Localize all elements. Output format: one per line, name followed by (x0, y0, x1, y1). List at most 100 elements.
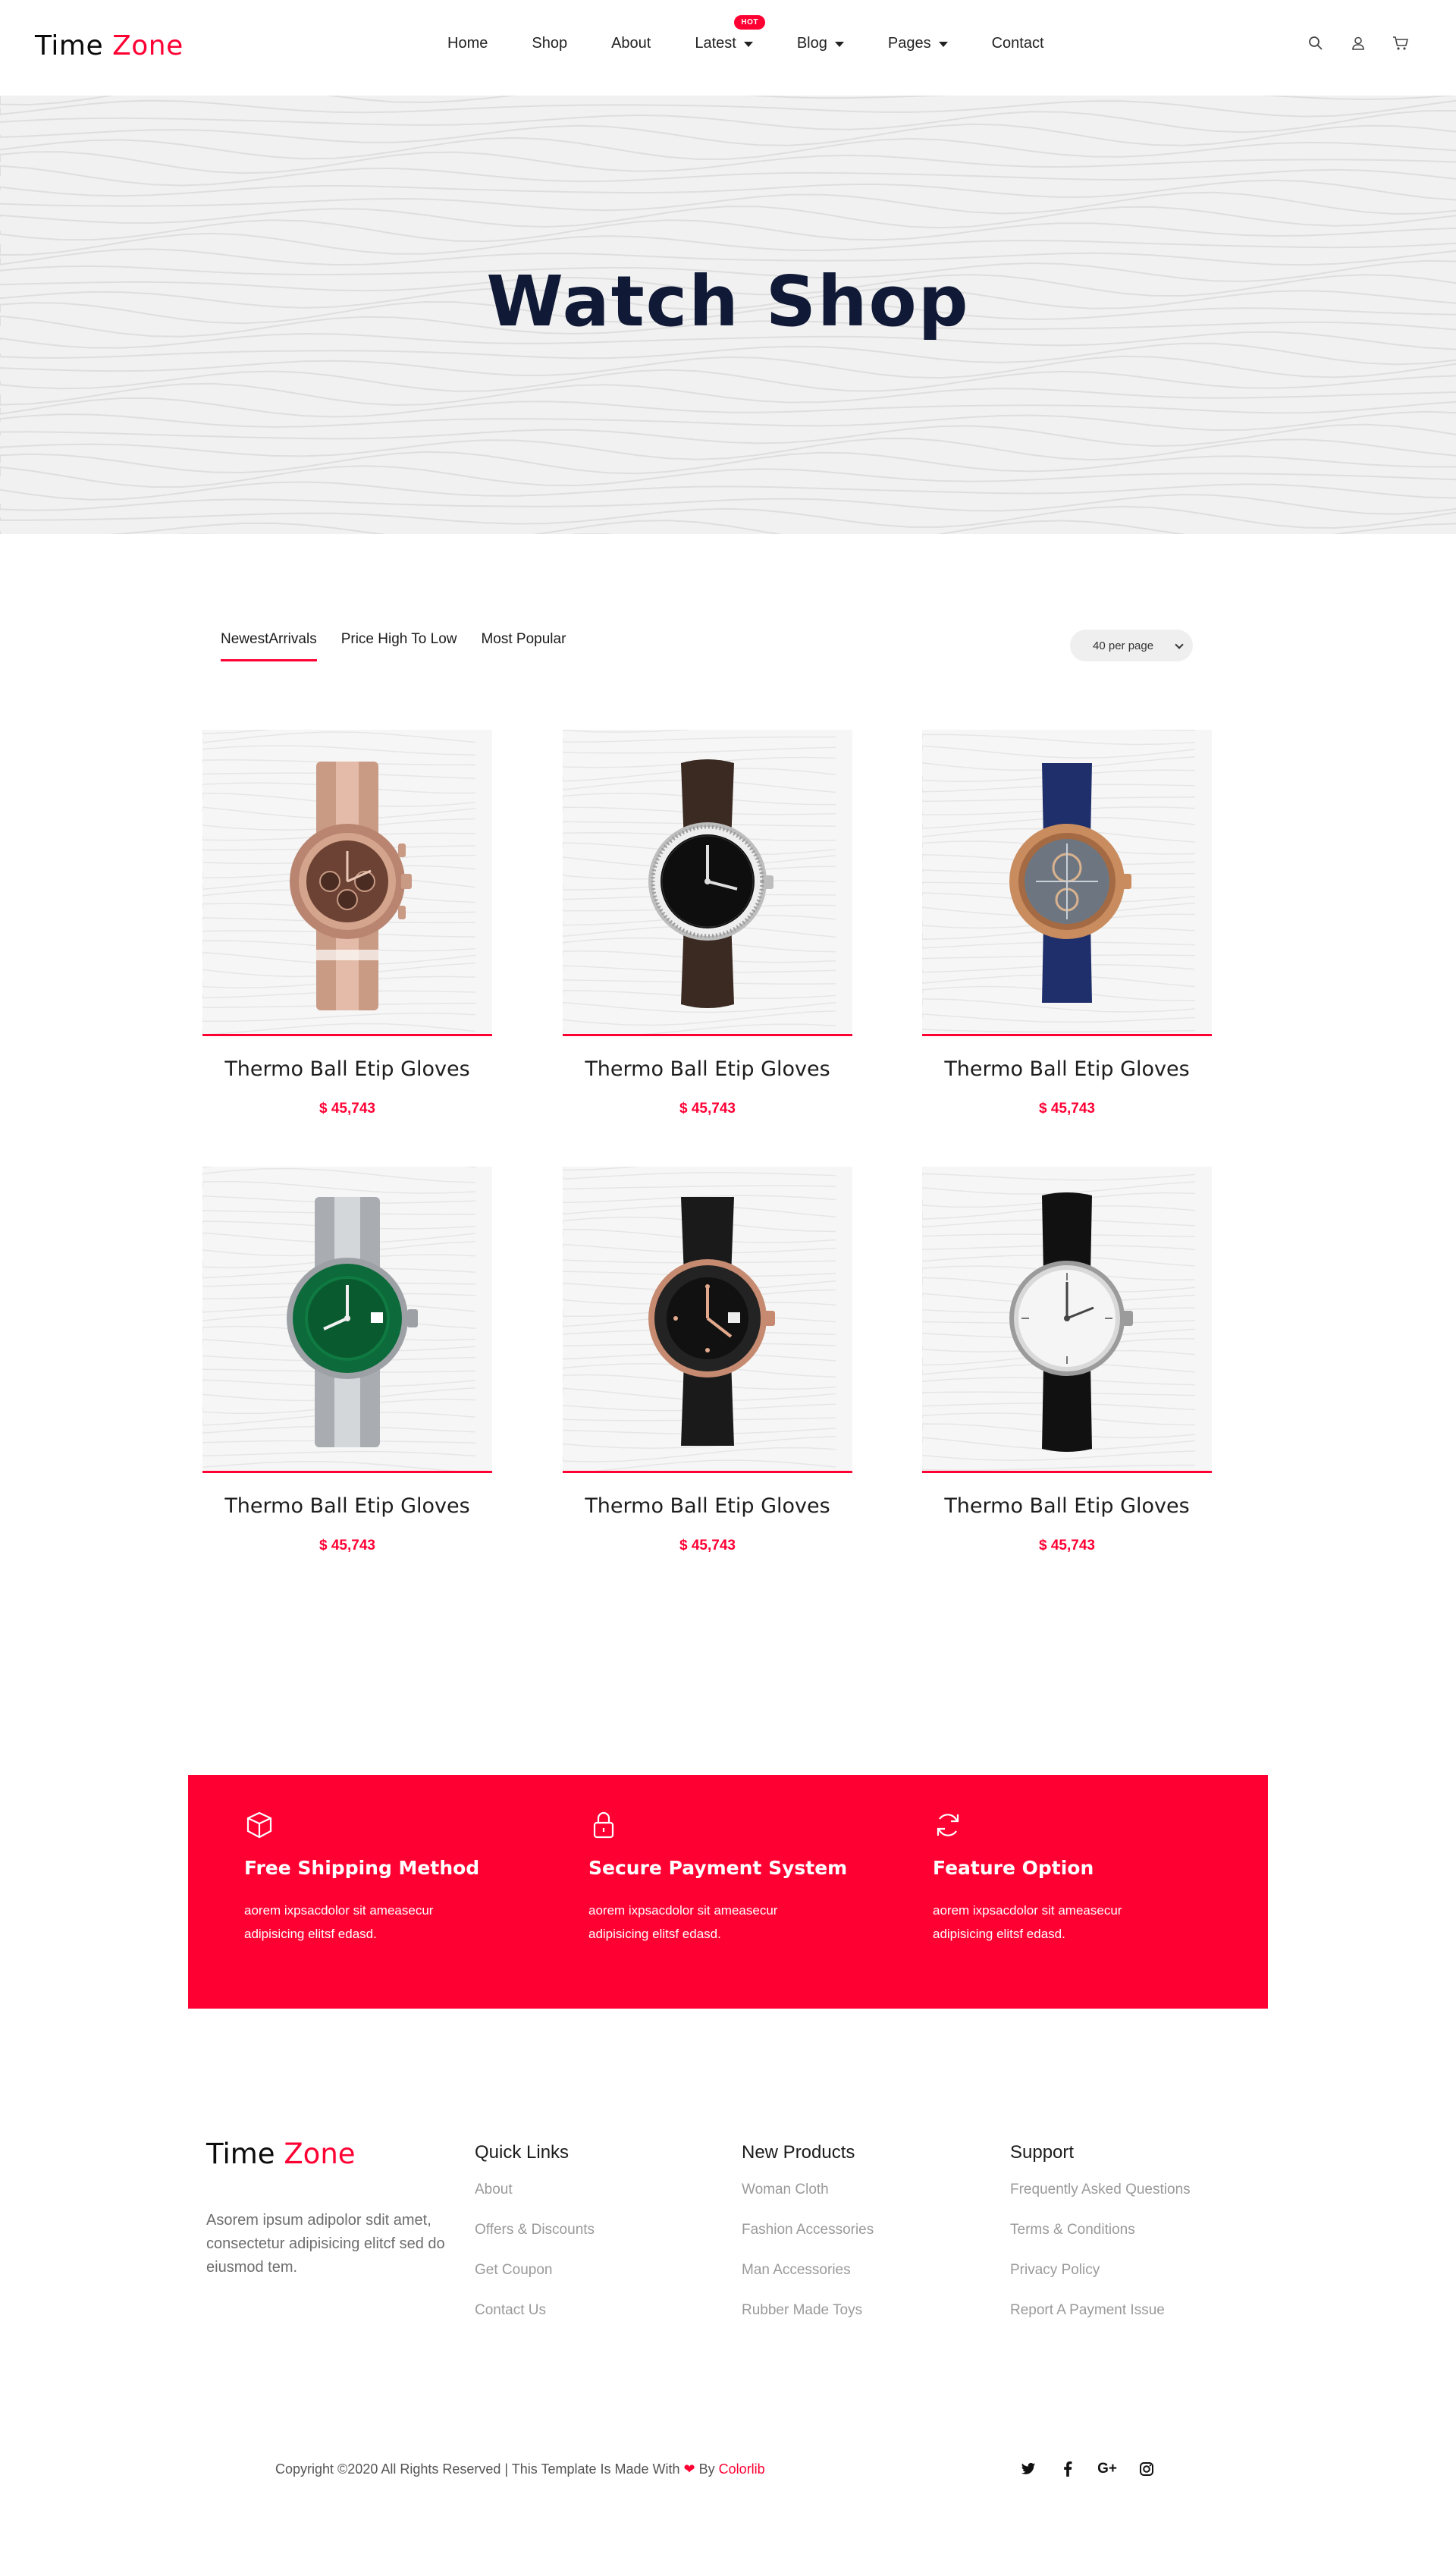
product-name[interactable]: Thermo Ball Etip Gloves (563, 1494, 852, 1518)
product-price: $ 45,743 (1039, 1538, 1095, 1553)
footer-link[interactable]: Privacy Policy (1010, 2262, 1191, 2279)
product-image-green-submariner[interactable] (202, 1167, 492, 1473)
topo-line (0, 123, 1456, 146)
user-icon[interactable] (1348, 33, 1368, 53)
topo-line (922, 734, 1196, 746)
footer-link[interactable]: Rubber Made Toys (742, 2302, 874, 2319)
topo-line (202, 1180, 476, 1194)
topo-line (0, 369, 1456, 392)
feature-title: Secure Payment System (588, 1857, 848, 1879)
topo-line (563, 1447, 836, 1462)
twitter-icon[interactable] (1019, 2460, 1037, 2478)
heart-icon: ❤ (683, 2461, 695, 2477)
copyright-by: By (698, 2461, 715, 2477)
footer-heading: New Products (742, 2142, 855, 2163)
feature-text-line2: adipisicing elitsf edasd. (933, 1927, 1065, 1941)
product-card: Thermo Ball Etip Gloves $ 45,743 (922, 730, 1212, 1117)
logo-main: Time (35, 30, 104, 61)
nav-pages[interactable]: Pages (888, 35, 948, 52)
footer-link[interactable]: Fashion Accessories (742, 2222, 874, 2238)
social-links: G+ (1019, 2460, 1177, 2478)
hero-banner: Watch Shop (0, 96, 1456, 534)
topo-line (202, 1167, 476, 1183)
topo-line (202, 1472, 475, 1473)
product-image-rose-gold-chronograph[interactable] (202, 730, 492, 1036)
product-price: $ 45,743 (1039, 1101, 1095, 1117)
footer-link[interactable]: Frequently Asked Questions (1010, 2182, 1191, 2198)
product-price: $ 45,743 (319, 1538, 375, 1553)
topo-line (563, 1010, 836, 1026)
footer-description: Asorem ipsum adipolor sdit amet, consect… (206, 2212, 445, 2276)
footer-column-quick-links: Quick Links About Offers & Discounts Get… (475, 2142, 595, 2342)
feature-text-line1: aorem ixpsacdolor sit ameasecur (588, 1903, 778, 1918)
topo-line (563, 1167, 641, 1171)
nav-home[interactable]: Home (447, 35, 488, 52)
footer-link[interactable]: Woman Cloth (742, 2182, 874, 2198)
topo-line (563, 736, 836, 743)
nav-home-label: Home (447, 35, 488, 52)
product-card: Thermo Ball Etip Gloves $ 45,743 (202, 730, 492, 1117)
lock-icon (588, 1810, 619, 1840)
facebook-icon[interactable] (1059, 2460, 1077, 2478)
footer-link[interactable]: Man Accessories (742, 2262, 874, 2279)
footer-link[interactable]: Get Coupon (475, 2262, 595, 2279)
main-nav: Home Shop About Latest HOT Blog Pages Co… (447, 15, 1044, 52)
feature-secure-payment: Secure Payment System aorem ixpsacdolor … (588, 1810, 861, 1946)
product-card: Thermo Ball Etip Gloves $ 45,743 (563, 730, 852, 1117)
footer-heading: Support (1010, 2142, 1075, 2163)
product-name[interactable]: Thermo Ball Etip Gloves (202, 1057, 492, 1081)
page-title: Watch Shop (486, 261, 970, 342)
product-name[interactable]: Thermo Ball Etip Gloves (202, 1494, 492, 1518)
nav-shop[interactable]: Shop (532, 35, 567, 52)
product-image-black-rubber-rose[interactable] (563, 1167, 852, 1473)
product-image-skeleton-blue-strap[interactable] (922, 730, 1212, 1036)
topo-line (563, 1459, 836, 1471)
colorlib-link[interactable]: Colorlib (719, 2461, 765, 2477)
copyright: Copyright ©2020 All Rights Reserved | Th… (275, 2461, 765, 2477)
topo-line (563, 1171, 836, 1180)
box-icon (244, 1810, 275, 1840)
per-page-select[interactable]: 40 per page (1070, 630, 1193, 661)
tab-newest-arrivals[interactable]: NewestArrivals (221, 631, 317, 661)
nav-about[interactable]: About (611, 35, 651, 52)
nav-latest[interactable]: Latest HOT (695, 15, 765, 52)
product-name[interactable]: Thermo Ball Etip Gloves (922, 1494, 1212, 1518)
topo-line (0, 410, 1456, 432)
product-card: Thermo Ball Etip Gloves $ 45,743 (563, 1167, 852, 1554)
tab-price-high-to-low[interactable]: Price High To Low (341, 631, 457, 661)
product-name[interactable]: Thermo Ball Etip Gloves (563, 1057, 852, 1081)
topo-line (0, 191, 1456, 215)
tab-most-popular[interactable]: Most Popular (481, 631, 566, 661)
topo-line (202, 745, 476, 756)
product-image-diamond-black-dial[interactable] (563, 730, 852, 1036)
chevron-down-icon (743, 42, 753, 47)
footer-link[interactable]: About (475, 2182, 595, 2198)
search-icon[interactable] (1306, 33, 1326, 53)
footer-link[interactable]: Terms & Conditions (1010, 2222, 1191, 2238)
nav-blog[interactable]: Blog (797, 35, 844, 52)
feature-option: Feature Option aorem ixpsacdolor sit ame… (933, 1810, 1206, 1946)
topo-line (922, 1173, 1196, 1181)
product-price: $ 45,743 (679, 1101, 736, 1117)
topo-line (563, 1185, 836, 1190)
footer-logo[interactable]: Time Zone (206, 2138, 356, 2170)
logo-main: Time (206, 2138, 275, 2170)
google-plus-icon[interactable]: G+ (1097, 2460, 1117, 2478)
topo-line (0, 219, 1456, 243)
site-logo[interactable]: Time Zone (35, 30, 184, 61)
footer-link[interactable]: Offers & Discounts (475, 2222, 595, 2238)
footer-link[interactable]: Report A Payment Issue (1010, 2302, 1191, 2319)
topo-line (922, 1181, 1196, 1195)
copyright-text: Copyright ©2020 All Rights Reserved | Th… (275, 2461, 680, 2477)
feature-text-line1: aorem ixpsacdolor sit ameasecur (933, 1903, 1122, 1918)
product-image-white-dial-leather[interactable] (922, 1167, 1212, 1473)
features-banner: Free Shipping Method aorem ixpsacdolor s… (188, 1775, 1268, 2009)
nav-contact[interactable]: Contact (992, 35, 1044, 52)
topo-line (202, 731, 476, 743)
header-actions (1283, 33, 1410, 53)
cart-icon[interactable] (1391, 33, 1410, 53)
footer-link[interactable]: Contact Us (475, 2302, 595, 2319)
product-name[interactable]: Thermo Ball Etip Gloves (922, 1057, 1212, 1081)
topo-line (0, 232, 1456, 256)
instagram-icon[interactable] (1138, 2460, 1156, 2478)
